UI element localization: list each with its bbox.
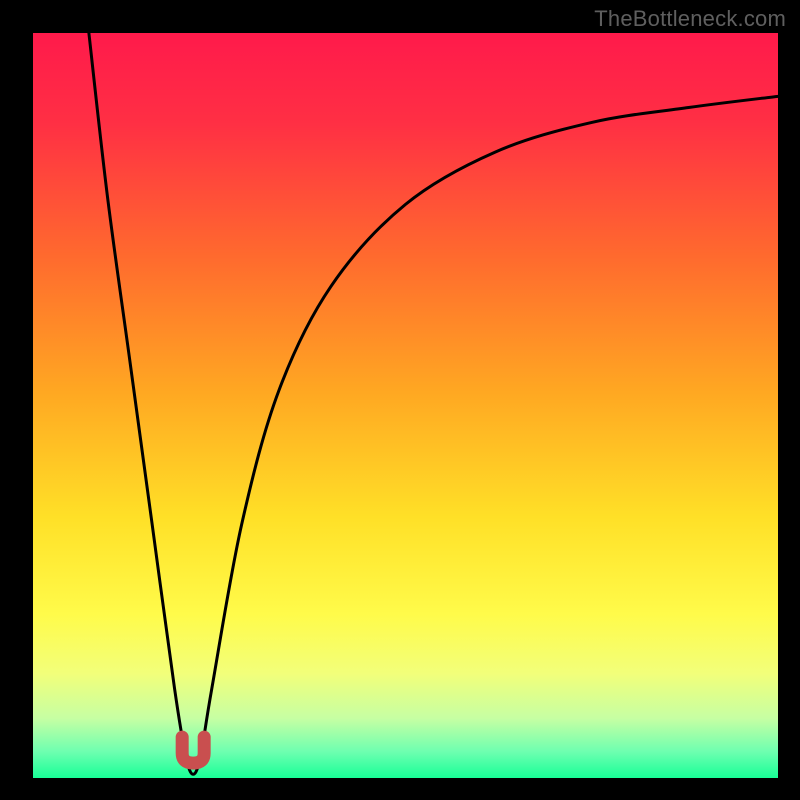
bottleneck-curve [89,33,778,774]
curve-layer [33,33,778,778]
watermark-label: TheBottleneck.com [594,6,786,32]
chart-frame: TheBottleneck.com [0,0,800,800]
plot-area [33,33,778,778]
minimum-marker-icon [182,737,204,763]
